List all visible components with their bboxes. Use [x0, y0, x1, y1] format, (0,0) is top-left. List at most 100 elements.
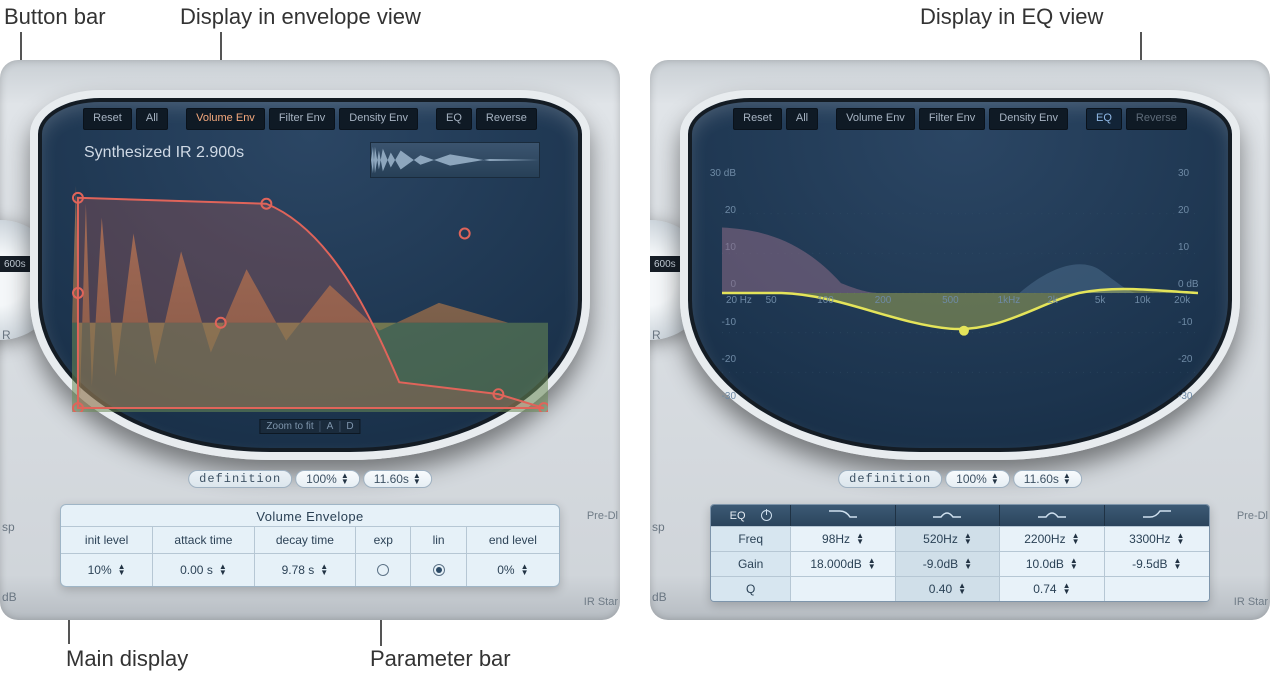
hdr-decay: decay time [255, 526, 356, 553]
envelope-plot[interactable] [72, 174, 548, 412]
zoom-control[interactable]: Zoom to fit A D [259, 419, 360, 434]
svg-text:10k: 10k [1135, 295, 1151, 306]
spinner-icon: ▲▼ [964, 558, 972, 570]
side-label-sp: sp [652, 520, 665, 534]
band-shape-lowshelf-icon[interactable] [791, 505, 895, 526]
zoom-to-fit[interactable]: Zoom to fit [266, 421, 313, 432]
all-button[interactable]: All [136, 108, 168, 130]
radio-lin[interactable] [433, 564, 445, 576]
side-pre: Pre-Dl [587, 510, 618, 522]
spinner-icon: ▲▼ [1177, 533, 1185, 545]
tab-volume-env[interactable]: Volume Env [836, 108, 915, 130]
button-bar: Reset All Volume Env Filter Env Density … [700, 108, 1220, 130]
waveform-icon [371, 143, 539, 177]
side-label-db: dB [652, 590, 667, 604]
band-shape-bell-icon[interactable] [896, 505, 1000, 526]
parameter-bar: Volume Envelope init level attack time d… [60, 504, 560, 587]
param-values: 10% ▲▼ 0.00 s ▲▼ 9.78 s ▲▼ 0% ▲▼ [61, 553, 559, 586]
gain-band3[interactable]: 10.0dB▲▼ [1000, 551, 1104, 576]
hdr-end: end level [467, 526, 559, 553]
spinner-icon: ▲▼ [991, 473, 999, 485]
callout-param-bar: Parameter bar [370, 646, 511, 672]
svg-text:50: 50 [766, 295, 778, 306]
panel-eq: 600s ▲▼ R sp dB Reset All Volume Env Fil… [650, 60, 1270, 620]
side-ir: IR Star [584, 596, 618, 608]
val-end[interactable]: 0% ▲▼ [467, 553, 559, 586]
spinner-icon: ▲▼ [1072, 533, 1080, 545]
tab-density-env[interactable]: Density Env [989, 108, 1068, 130]
tab-eq[interactable]: EQ [1086, 108, 1122, 130]
val-lin[interactable] [411, 553, 466, 586]
button-bar: Reset All Volume Env Filter Env Density … [50, 108, 570, 130]
gain-band4[interactable]: -9.5dB▲▼ [1105, 551, 1209, 576]
q-band2[interactable]: 0.40▲▼ [896, 576, 1000, 601]
spinner-icon: ▲▼ [1070, 558, 1078, 570]
spinner-icon: ▲▼ [1063, 473, 1071, 485]
freq-band2[interactable]: 520Hz▲▼ [896, 526, 1000, 551]
definition-percent[interactable]: 100% ▲▼ [945, 470, 1010, 488]
svg-text:200: 200 [875, 295, 892, 306]
ir-title: Synthesized IR 2.900s [84, 144, 244, 162]
freq-band1[interactable]: 98Hz▲▼ [791, 526, 895, 551]
svg-text:1kHz: 1kHz [998, 295, 1021, 306]
band-shape-bell-icon[interactable] [1000, 505, 1104, 526]
callout-button-bar: Button bar [4, 4, 106, 30]
eq-row-q: Q 0.40▲▼ 0.74▲▼ [711, 576, 1209, 601]
reset-button[interactable]: Reset [83, 108, 132, 130]
radio-exp[interactable] [377, 564, 389, 576]
rowlbl-gain: Gain [711, 551, 791, 576]
definition-row: definition 100% ▲▼ 11.60s ▲▼ [838, 470, 1082, 488]
power-icon[interactable] [761, 510, 772, 521]
eq-parameter-table: EQ Freq 98Hz▲▼ 520Hz▲▼ 2200Hz▲▼ 3300Hz▲▼ [710, 504, 1210, 602]
val-exp[interactable] [356, 553, 411, 586]
tab-eq[interactable]: EQ [436, 108, 472, 130]
side-label-r: R [2, 328, 11, 342]
eq-row-freq: Freq 98Hz▲▼ 520Hz▲▼ 2200Hz▲▼ 3300Hz▲▼ [711, 526, 1209, 551]
svg-text:20 Hz: 20 Hz [726, 295, 752, 306]
definition-time[interactable]: 11.60s ▲▼ [363, 470, 432, 488]
side-ir: IR Star [1234, 596, 1268, 608]
band-shape-hishelf-icon[interactable] [1105, 505, 1209, 526]
val-attack[interactable]: 0.00 s ▲▼ [153, 553, 254, 586]
freq-band3[interactable]: 2200Hz▲▼ [1000, 526, 1104, 551]
reverse-button[interactable]: Reverse [1126, 108, 1187, 130]
q-band4[interactable] [1105, 576, 1209, 601]
definition-label: definition [188, 470, 292, 488]
gain-band1[interactable]: 18.000dB▲▼ [791, 551, 895, 576]
side-label-sp: sp [2, 520, 15, 534]
val-init[interactable]: 10% ▲▼ [61, 553, 153, 586]
gain-band2[interactable]: -9.0dB▲▼ [896, 551, 1000, 576]
zoom-d[interactable]: D [339, 421, 353, 432]
callout-eq-view: Display in EQ view [920, 4, 1103, 30]
definition-label: definition [838, 470, 942, 488]
tab-filter-env[interactable]: Filter Env [919, 108, 985, 130]
eq-label-cell: EQ [711, 505, 791, 526]
definition-time[interactable]: 11.60s ▲▼ [1013, 470, 1082, 488]
tab-density-env[interactable]: Density Env [339, 108, 418, 130]
spinner-icon: ▲▼ [868, 558, 876, 570]
spinner-icon: ▲▼ [1174, 558, 1182, 570]
spinner-icon: ▲▼ [1063, 583, 1071, 595]
rowlbl-q: Q [711, 576, 791, 601]
eq-plot[interactable]: 20 Hz 50 100 200 500 1kHz 2k 5k 10k 20k [722, 174, 1198, 412]
reset-button[interactable]: Reset [733, 108, 782, 130]
svg-text:20k: 20k [1174, 295, 1190, 306]
spinner-icon: ▲▼ [413, 473, 421, 485]
definition-percent[interactable]: 100% ▲▼ [295, 470, 360, 488]
param-title: Volume Envelope [61, 509, 559, 526]
tab-filter-env[interactable]: Filter Env [269, 108, 335, 130]
q-band1[interactable] [791, 576, 895, 601]
ir-thumbnail[interactable] [370, 142, 540, 178]
reverse-button[interactable]: Reverse [476, 108, 537, 130]
tab-volume-env[interactable]: Volume Env [186, 108, 265, 130]
zoom-a[interactable]: A [320, 421, 334, 432]
hdr-init: init level [61, 526, 153, 553]
spinner-icon: ▲▼ [118, 564, 126, 576]
q-band3[interactable]: 0.74▲▼ [1000, 576, 1104, 601]
freq-band4[interactable]: 3300Hz▲▼ [1105, 526, 1209, 551]
all-button[interactable]: All [786, 108, 818, 130]
callout-env-view: Display in envelope view [180, 4, 421, 30]
spinner-icon: ▲▼ [219, 564, 227, 576]
val-decay[interactable]: 9.78 s ▲▼ [255, 553, 356, 586]
hdr-exp: exp [356, 526, 411, 553]
